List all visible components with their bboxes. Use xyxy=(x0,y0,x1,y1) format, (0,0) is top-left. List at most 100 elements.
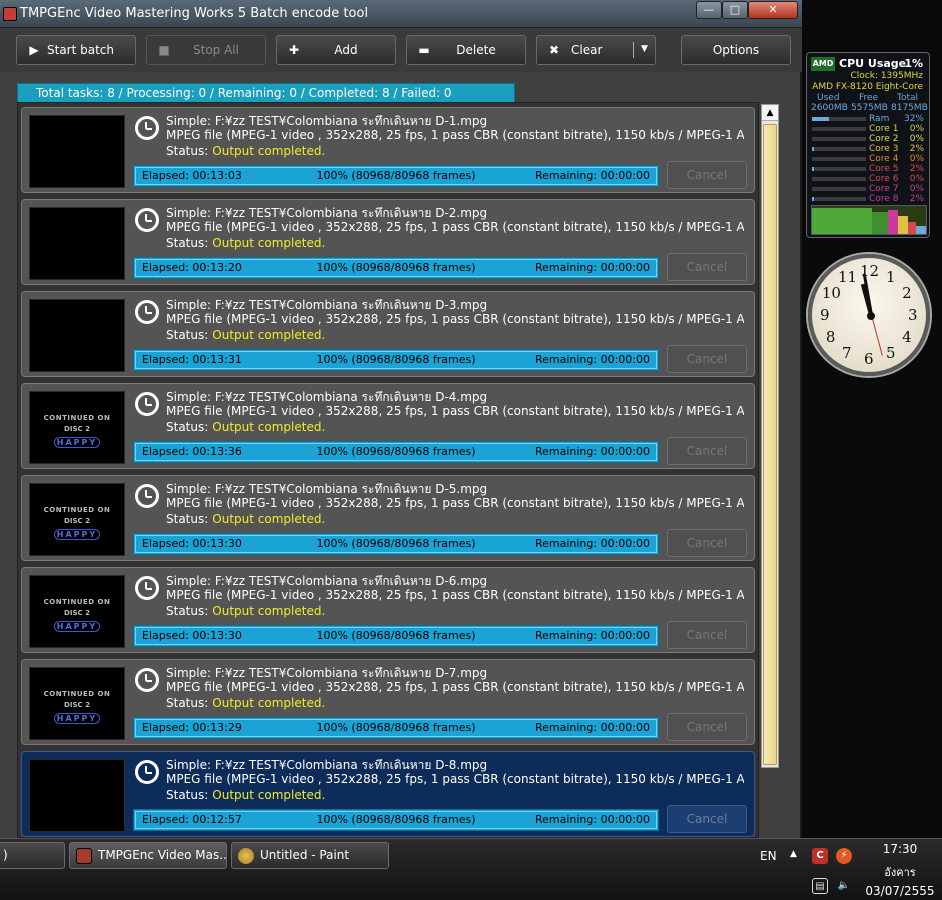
cancel-button[interactable]: Cancel xyxy=(667,529,747,557)
core-usage-bar xyxy=(812,177,866,181)
clock-icon xyxy=(135,484,159,508)
task-card[interactable]: Simple: F:¥zz TEST¥Colombiana ระทึกเดินห… xyxy=(21,199,755,285)
core-percent: 0% xyxy=(909,124,924,134)
task-card[interactable]: CONTINUED ON DISC 2 HAPPY Simple: F:¥zz TE… xyxy=(21,659,755,745)
status-value: Output completed. xyxy=(212,328,326,342)
cancel-button[interactable]: Cancel xyxy=(667,621,747,649)
task-format-info: MPEG file (MPEG-1 video , 352x288, 25 fp… xyxy=(166,220,744,234)
start-batch-button[interactable]: ▶ Start batch xyxy=(16,35,136,65)
status-value: Output completed. xyxy=(212,512,326,526)
core-name: Core 1 xyxy=(869,124,899,134)
window-title: TMPGEnc Video Mastering Works 5 Batch en… xyxy=(20,6,369,21)
task-list-scrollbar[interactable]: ▲ xyxy=(761,104,779,768)
core-name: Core 8 xyxy=(869,194,899,204)
progress-bar: Elapsed: 00:13:30 100% (80968/80968 fram… xyxy=(133,625,659,647)
task-card[interactable]: CONTINUED ON DISC 2 HAPPY Simple: F:¥zz TE… xyxy=(21,475,755,561)
core-percent: 2% xyxy=(909,194,924,204)
stop-all-label: Stop All xyxy=(193,43,239,57)
cancel-button[interactable]: Cancel xyxy=(667,161,747,189)
taskbar-item-paint[interactable]: Untitled - Paint xyxy=(231,842,389,869)
app-icon[interactable] xyxy=(3,7,17,21)
clock-numeral: 10 xyxy=(821,284,841,302)
remaining-time: Remaining: 00:00:00 xyxy=(534,169,650,182)
task-card[interactable]: Simple: F:¥zz TEST¥Colombiana ระทึกเดินห… xyxy=(21,107,755,193)
clear-button[interactable]: ✖ Clear ▼ xyxy=(536,35,656,65)
task-format-info: MPEG file (MPEG-1 video , 352x288, 25 fp… xyxy=(166,128,744,142)
status-label: Status: xyxy=(166,788,209,802)
clock-numeral: 11 xyxy=(838,267,858,286)
cancel-button[interactable]: Cancel xyxy=(667,345,747,373)
core-usage-row: Core 7 0% xyxy=(812,184,926,194)
tray-clock-day[interactable]: อังคาร xyxy=(860,863,940,881)
start-batch-label: Start batch xyxy=(47,43,115,57)
graph-fill xyxy=(888,210,898,234)
clock-numeral: 1 xyxy=(886,267,896,286)
lightning-tray-icon[interactable]: ⚡ xyxy=(836,848,852,864)
remaining-time: Remaining: 00:00:00 xyxy=(534,813,650,826)
remaining-time: Remaining: 00:00:00 xyxy=(534,721,650,734)
taskbar-item-partial[interactable]: ) xyxy=(0,842,65,869)
minimize-button[interactable]: — xyxy=(696,1,722,19)
cancel-button[interactable]: Cancel xyxy=(667,437,747,465)
clock-numeral: 9 xyxy=(820,306,830,324)
clock-numeral: 6 xyxy=(864,350,874,368)
taskbar-item-tmpgenc[interactable]: TMPGEnc Video Mas... xyxy=(69,842,227,869)
thumbnail-caption: DISC 2 xyxy=(64,609,90,617)
task-card[interactable]: Simple: F:¥zz TEST¥Colombiana ระทึกเดินห… xyxy=(21,751,755,837)
title-bar[interactable]: TMPGEnc Video Mastering Works 5 Batch en… xyxy=(0,0,802,28)
amd-logo: AMD xyxy=(811,57,835,71)
paint-app-icon xyxy=(238,848,254,864)
cpu-usage-gadget[interactable]: AMD CPU Usage 1% Clock: 1395MHz AMD FX-8… xyxy=(806,52,930,238)
show-hidden-icons-arrow-icon[interactable]: ▲ xyxy=(790,849,797,859)
core-percent: 2% xyxy=(909,144,924,154)
add-button[interactable]: ✚ Add xyxy=(276,35,396,65)
chevron-down-icon[interactable]: ▼ xyxy=(641,44,648,54)
antivirus-tray-icon[interactable]: C xyxy=(812,848,828,864)
clock-center-cap xyxy=(867,312,875,320)
status-label: Status: xyxy=(166,144,209,158)
options-button[interactable]: Options xyxy=(681,35,791,65)
progress-bar: Elapsed: 00:13:20 100% (80968/80968 fram… xyxy=(133,257,659,279)
status-label: Status: xyxy=(166,420,209,434)
core-usage-fill xyxy=(812,147,815,151)
task-status: Status: Output completed. xyxy=(166,144,325,158)
status-label: Status: xyxy=(166,604,209,618)
core-usage-row: Core 1 0% xyxy=(812,124,926,134)
analog-clock-gadget[interactable]: 12 1 2 3 4 5 6 7 8 9 10 11 xyxy=(808,254,930,376)
status-value: Output completed. xyxy=(212,696,326,710)
network-icon[interactable]: ▤ xyxy=(812,878,828,894)
graph-fill xyxy=(916,226,926,234)
progress-bar: Elapsed: 00:13:03 100% (80968/80968 fram… xyxy=(133,165,659,187)
task-status: Status: Output completed. xyxy=(166,236,325,250)
task-status: Status: Output completed. xyxy=(166,788,325,802)
core-usage-bar xyxy=(812,147,866,151)
progress-bar: Elapsed: 00:12:57 100% (80968/80968 fram… xyxy=(133,809,659,831)
cpu-total-usage: 1% xyxy=(904,57,923,70)
task-summary-tab[interactable]: Total tasks: 8 / Processing: 0 / Remaini… xyxy=(17,83,515,103)
stop-all-button[interactable]: ■ Stop All xyxy=(146,35,266,65)
scroll-up-arrow-icon[interactable]: ▲ xyxy=(762,105,778,121)
task-card[interactable]: CONTINUED ON DISC 2 HAPPY Simple: F:¥zz TE… xyxy=(21,567,755,653)
cpu-model-name: AMD FX-8120 Eight-Core xyxy=(812,82,923,92)
video-thumbnail xyxy=(29,115,125,188)
task-status: Status: Output completed. xyxy=(166,328,325,342)
tray-clock-time[interactable]: 17:30 xyxy=(860,842,940,856)
delete-button[interactable]: ▬ Delete xyxy=(406,35,526,65)
task-format-info: MPEG file (MPEG-1 video , 352x288, 25 fp… xyxy=(166,772,744,786)
close-button[interactable]: ✕ xyxy=(748,1,798,19)
core-usage-row: Core 3 2% xyxy=(812,144,926,154)
cancel-button[interactable]: Cancel xyxy=(667,713,747,741)
video-thumbnail xyxy=(29,207,125,280)
task-card[interactable]: CONTINUED ON DISC 2 HAPPY Simple: F:¥zz TE… xyxy=(21,383,755,469)
cancel-button[interactable]: Cancel xyxy=(667,805,747,833)
core-usage-row: Core 8 2% xyxy=(812,194,926,204)
mem-used-label: Used xyxy=(817,93,840,103)
scroll-thumb[interactable] xyxy=(763,124,777,765)
maximize-button[interactable]: □ xyxy=(722,1,748,19)
cancel-button[interactable]: Cancel xyxy=(667,253,747,281)
clock-numeral: 3 xyxy=(908,306,918,324)
tray-clock-date[interactable]: 03/07/2555 xyxy=(860,884,940,898)
task-card[interactable]: Simple: F:¥zz TEST¥Colombiana ระทึกเดินห… xyxy=(21,291,755,377)
volume-icon[interactable]: 🔈 xyxy=(836,878,852,894)
language-indicator[interactable]: EN xyxy=(760,849,777,863)
